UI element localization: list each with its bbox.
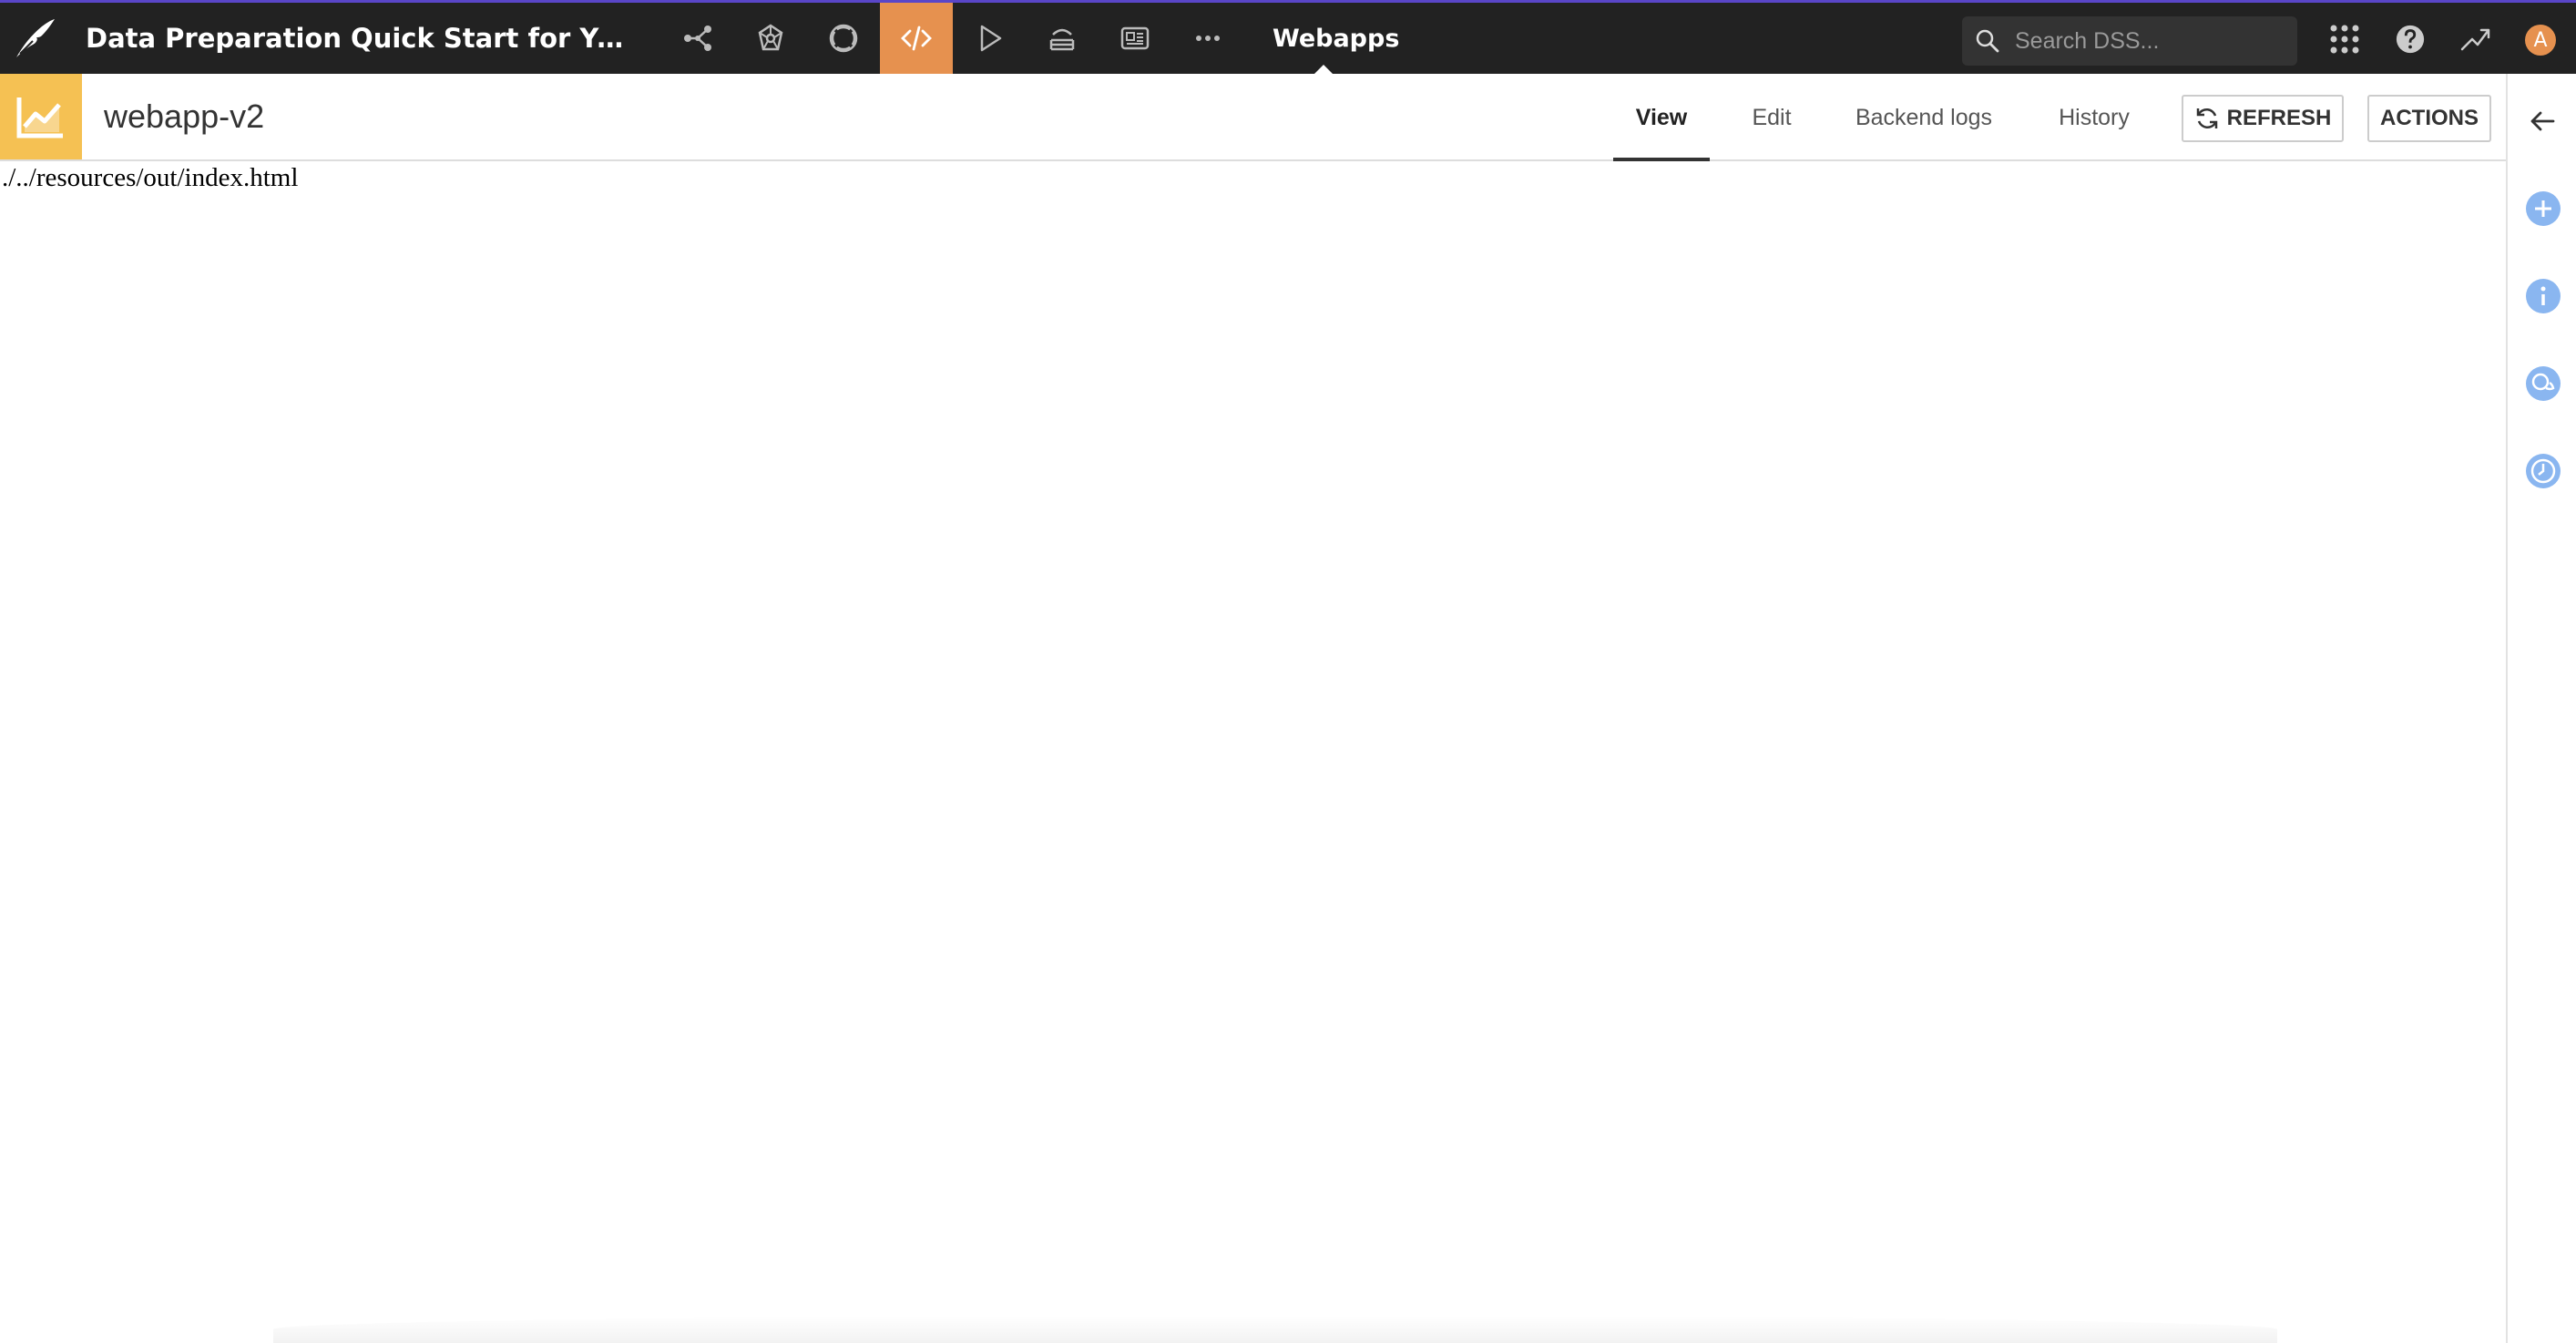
info-icon[interactable] <box>2523 276 2563 316</box>
lifebuoy-icon[interactable] <box>807 3 880 74</box>
search-box[interactable] <box>1962 16 2297 66</box>
stack-icon[interactable] <box>1026 3 1099 74</box>
plus-circle-icon[interactable] <box>2523 189 2563 229</box>
code-icon[interactable] <box>880 3 953 74</box>
tab-view[interactable]: View <box>1613 74 1710 161</box>
webapp-name[interactable]: webapp-v2 <box>104 97 264 136</box>
play-icon[interactable] <box>953 3 1026 74</box>
right-side-panel <box>2506 74 2576 1343</box>
webapp-output-text: ./../resources/out/index.html <box>2 163 299 192</box>
section-label[interactable]: Webapps <box>1273 25 1399 53</box>
actions-label: ACTIONS <box>2380 106 2479 130</box>
apps-grid-icon[interactable] <box>2325 19 2365 59</box>
bottom-shadow <box>273 1316 2277 1343</box>
clock-icon[interactable] <box>2523 451 2563 491</box>
more-icon[interactable] <box>1171 3 1244 74</box>
tab-edit[interactable]: Edit <box>1740 74 1804 161</box>
chart-line-icon <box>0 74 82 159</box>
back-arrow-icon[interactable] <box>2523 101 2563 141</box>
search-icon <box>1976 29 1999 53</box>
top-navigation-bar: Data Preparation Quick Start for Yusril … <box>0 0 2576 74</box>
help-icon[interactable] <box>2390 19 2430 59</box>
webapp-view-frame: ./../resources/out/index.html <box>0 163 2506 1343</box>
tab-backend-logs[interactable]: Backend logs <box>1844 74 2004 161</box>
tab-history[interactable]: History <box>2044 74 2144 161</box>
section-caret-icon <box>1314 65 1333 74</box>
search-input[interactable] <box>2015 16 2279 66</box>
refresh-icon <box>2196 108 2217 129</box>
refresh-button[interactable]: REFRESH <box>2182 95 2344 142</box>
lab-icon[interactable] <box>734 3 807 74</box>
project-title[interactable]: Data Preparation Quick Start for Yusril … <box>86 23 632 54</box>
dss-bird-logo-icon[interactable] <box>15 17 56 59</box>
user-avatar[interactable]: A <box>2525 25 2556 56</box>
trending-icon[interactable] <box>2456 19 2496 59</box>
actions-button[interactable]: ACTIONS <box>2367 95 2491 142</box>
discussions-icon[interactable] <box>2523 364 2563 404</box>
refresh-label: REFRESH <box>2226 106 2332 130</box>
dashboard-icon[interactable] <box>1099 3 1171 74</box>
object-header: webapp-v2 View Edit Backend logs History… <box>0 74 2506 161</box>
flow-icon[interactable] <box>661 3 734 74</box>
